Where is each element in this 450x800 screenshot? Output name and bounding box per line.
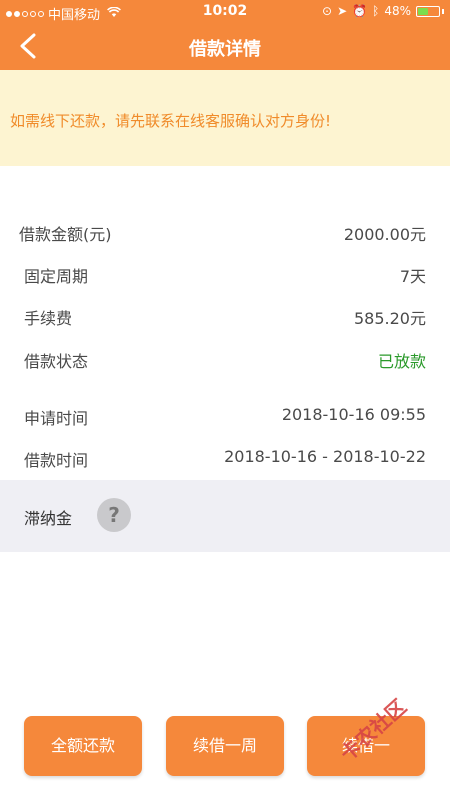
notice-text: 如需线下还款，请先联系在线客服确认对方身份! (10, 112, 332, 130)
period-label: 固定周期 (24, 267, 89, 286)
location-icon: ➤ (337, 4, 348, 18)
apply-time-label: 申请时间 (24, 409, 89, 428)
detail-row-apply-time: 申请时间 2018-10-16 09:55 (0, 399, 450, 429)
period-value: 7天 (399, 267, 426, 286)
late-fee-label: 滞纳金 (24, 509, 73, 528)
loan-time-label: 借款时间 (24, 451, 89, 470)
repay-all-button[interactable]: 全额还款 (24, 716, 142, 776)
apply-time-value: 2018-10-16 09:55 (281, 405, 426, 424)
late-fee-section: 滞纳金 (0, 480, 450, 552)
battery-percent: 48% (384, 4, 411, 18)
status-bar: 中国移动 10:02 ⊙ ➤ ⏰ ᛒ 48% (0, 0, 450, 23)
status-value: 已放款 (377, 352, 426, 371)
question-icon[interactable]: ? (97, 498, 131, 532)
battery-icon (416, 5, 440, 17)
lock-rotation-icon: ⊙ (322, 4, 333, 18)
watermark-logo: 卡农社区 (333, 678, 450, 800)
detail-row-loan-time: 借款时间 2018-10-16 - 2018-10-22 (0, 441, 450, 471)
fee-value: 585.20元 (354, 309, 426, 328)
notice-banner: 如需线下还款，请先联系在线客服确认对方身份! (0, 70, 450, 166)
detail-row-period: 固定周期 7天 (0, 257, 450, 287)
battery-fill (418, 7, 428, 15)
loan-time-value: 2018-10-16 - 2018-10-22 (224, 447, 426, 466)
detail-row-amount: 借款金额(元) 2000.00元 (0, 215, 450, 245)
amount-value: 2000.00元 (343, 225, 426, 244)
alarm-icon: ⏰ (352, 4, 368, 18)
renew-week-button[interactable]: 续借一周 (166, 716, 284, 776)
detail-row-status: 借款状态 已放款 (0, 342, 450, 372)
fee-label: 手续费 (24, 309, 73, 328)
amount-label: 借款金额(元) (19, 225, 112, 244)
nav-bar: 借款详情 (0, 22, 450, 70)
bluetooth-icon: ᛒ (372, 4, 380, 18)
status-label: 借款状态 (24, 352, 89, 371)
status-right: ⊙ ➤ ⏰ ᛒ 48% (322, 4, 444, 18)
page-title: 借款详情 (189, 39, 261, 60)
detail-row-fee: 手续费 585.20元 (0, 299, 450, 329)
screen: 中国移动 10:02 ⊙ ➤ ⏰ ᛒ 48% 借款详情 如需线下还款，请先联系在… (0, 0, 450, 800)
